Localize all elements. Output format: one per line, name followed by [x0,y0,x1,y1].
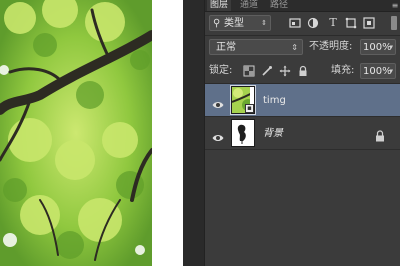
divider [205,35,400,36]
panel-tab-bar: 图层 通道 路径 ≡ [205,0,400,12]
blend-mode-value: 正常 [216,42,236,53]
layer-thumbnail [231,119,255,147]
fill-value: 100% [363,66,392,77]
lock-icon [375,127,385,142]
tab-paths[interactable]: 路径 [267,0,291,11]
search-icon: ⚲ [213,18,221,29]
layer-name[interactable]: timg [263,84,286,117]
layer-filter-row: ⚲ 类型 ⇕ T [209,14,397,34]
blend-mode-select[interactable]: 正常 ⇕ [209,39,303,55]
filter-kind-value: 类型 [224,18,244,29]
filter-kind-select[interactable]: ⚲ 类型 ⇕ [209,15,271,31]
type-filter-icon[interactable]: T [327,17,339,29]
layer-thumbnail: ▪ [230,85,256,115]
chevron-down-icon[interactable]: ▾ [389,64,393,79]
smart-object-icon: ▪ [245,104,254,113]
lock-position-icon[interactable] [279,65,291,77]
workspace-gutter [183,0,204,266]
chevron-down-icon[interactable]: ▾ [389,40,393,55]
opacity-label: 不透明度: [309,41,353,52]
document-canvas[interactable] [0,0,183,266]
canvas-image [0,0,183,266]
shape-filter-icon[interactable] [345,17,357,29]
smart-object-filter-icon[interactable] [363,17,375,29]
layers-panel: 图层 通道 路径 ≡ ⚲ 类型 ⇕ T 正常 ⇕ 不透明度: 100% ▾ 锁定… [204,0,400,266]
adjustment-filter-icon[interactable] [307,17,319,29]
lock-row: 锁定: 填充: 100% ▾ [209,62,397,80]
lock-all-icon[interactable] [297,65,309,77]
blend-row: 正常 ⇕ 不透明度: 100% ▾ [209,38,397,56]
lock-image-icon[interactable] [261,65,273,77]
layer-row-background[interactable]: 背景 [205,117,400,150]
layer-row-timg[interactable]: ▪ timg [205,84,400,117]
tab-layers[interactable]: 图层 [207,0,232,11]
chevron-updown-icon: ⇕ [261,19,267,27]
tab-channels[interactable]: 通道 [237,0,261,11]
eye-icon[interactable] [212,95,224,108]
filter-toggle-switch[interactable] [391,16,397,30]
eye-icon[interactable] [212,128,224,141]
panel-menu-icon[interactable]: ≡ [391,0,399,11]
opacity-input[interactable]: 100% ▾ [360,39,396,55]
opacity-value: 100% [363,42,392,53]
layer-name[interactable]: 背景 [263,117,283,150]
fill-label: 填充: [331,65,355,76]
chevron-updown-icon: ⇕ [291,43,298,52]
lock-transparent-icon[interactable] [243,65,255,77]
pixel-filter-icon[interactable] [289,17,301,29]
fill-input[interactable]: 100% ▾ [360,63,396,79]
lock-label: 锁定: [209,65,233,76]
